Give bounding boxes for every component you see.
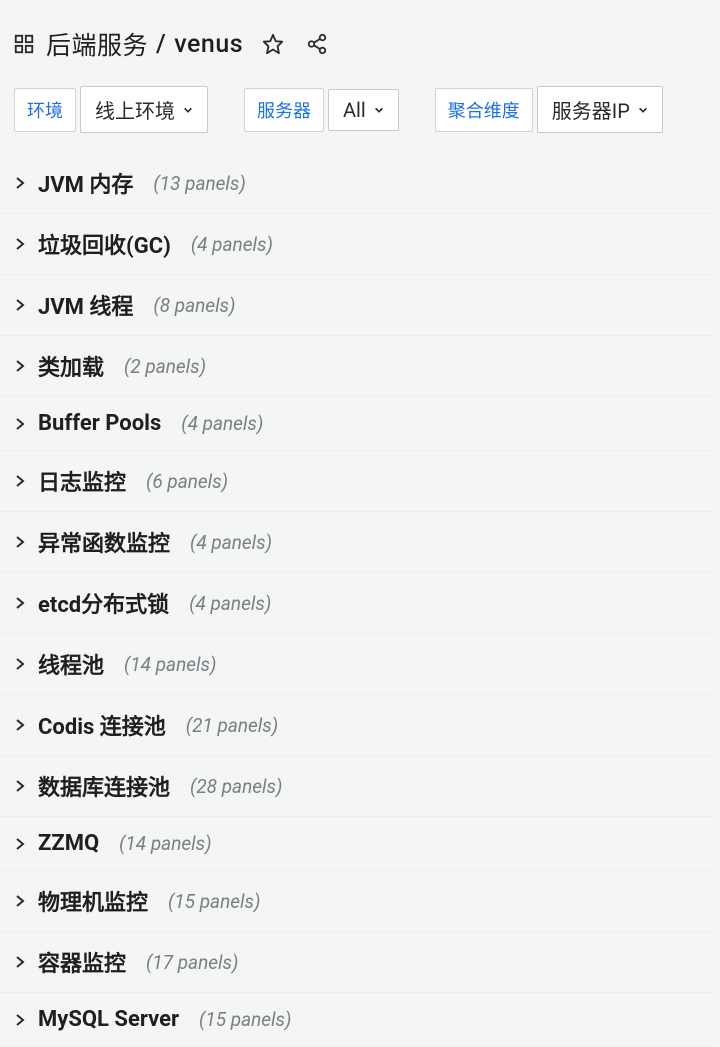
chevron-right-icon [12, 534, 28, 550]
panel-row-title: 异常函数监控 [38, 526, 170, 558]
panel-row-title: 数据库连接池 [38, 770, 170, 802]
panel-row-title: JVM 内存 [38, 167, 133, 199]
panel-row-count: (28 panels) [190, 775, 282, 798]
panel-row-title: 垃圾回收(GC) [38, 228, 171, 260]
filter-bar: 环境 线上环境 服务器 All 聚合维度 服务器IP [0, 86, 720, 153]
panel-row-count: (4 panels) [181, 412, 263, 435]
chevron-right-icon [12, 297, 28, 313]
panel-row[interactable]: MySQL Server (15 panels) [0, 993, 712, 1047]
panel-row[interactable]: etcd分布式锁 (4 panels) [0, 573, 712, 634]
panel-row[interactable]: 类加载 (2 panels) [0, 336, 712, 397]
breadcrumb-folder[interactable]: 后端服务 [46, 26, 148, 62]
panel-row-title: 线程池 [38, 648, 104, 680]
filter-select-env[interactable]: 线上环境 [80, 86, 208, 133]
share-icon[interactable] [303, 30, 331, 58]
chevron-right-icon [12, 595, 28, 611]
panel-row-count: (15 panels) [168, 890, 260, 913]
panel-row-title: JVM 线程 [38, 289, 133, 321]
panel-row-title: 容器监控 [38, 946, 126, 978]
panel-row[interactable]: Codis 连接池 (21 panels) [0, 695, 712, 756]
chevron-right-icon [12, 358, 28, 374]
star-icon[interactable] [259, 30, 287, 58]
panel-row-count: (14 panels) [124, 653, 216, 676]
filter-value-agg: 服务器IP [552, 95, 630, 124]
chevron-right-icon [12, 175, 28, 191]
panel-row[interactable]: JVM 内存 (13 panels) [0, 153, 712, 214]
panel-row[interactable]: 物理机监控 (15 panels) [0, 871, 712, 932]
chevron-right-icon [12, 778, 28, 794]
panel-row-count: (8 panels) [153, 294, 235, 317]
dashboard-grid-icon [12, 32, 36, 56]
panel-row-title: etcd分布式锁 [38, 587, 169, 619]
panel-rows: JVM 内存 (13 panels) 垃圾回收(GC) (4 panels) J… [0, 153, 720, 1047]
panel-row[interactable]: Buffer Pools (4 panels) [0, 397, 712, 451]
filter-group-agg: 聚合维度 服务器IP [435, 86, 663, 133]
panel-row[interactable]: 垃圾回收(GC) (4 panels) [0, 214, 712, 275]
filter-select-server[interactable]: All [328, 89, 399, 131]
filter-group-server: 服务器 All [244, 88, 399, 132]
chevron-right-icon [12, 836, 28, 852]
filter-label-agg: 聚合维度 [435, 88, 533, 132]
dashboard-header: 后端服务 / venus [0, 0, 720, 86]
panel-row-count: (14 panels) [119, 832, 211, 855]
breadcrumb[interactable]: 后端服务 / venus [46, 26, 243, 62]
filter-label-server: 服务器 [244, 88, 324, 132]
chevron-right-icon [12, 893, 28, 909]
panel-row[interactable]: 容器监控 (17 panels) [0, 932, 712, 993]
filter-label-env: 环境 [14, 88, 76, 132]
chevron-right-icon [12, 473, 28, 489]
panel-row[interactable]: ZZMQ (14 panels) [0, 817, 712, 871]
filter-value-env: 线上环境 [95, 95, 175, 124]
panel-row-count: (17 panels) [146, 951, 238, 974]
panel-row[interactable]: 日志监控 (6 panels) [0, 451, 712, 512]
chevron-right-icon [12, 717, 28, 733]
panel-row[interactable]: 数据库连接池 (28 panels) [0, 756, 712, 817]
chevron-down-icon [183, 105, 193, 115]
panel-row-count: (15 panels) [199, 1008, 291, 1031]
chevron-right-icon [12, 236, 28, 252]
chevron-down-icon [374, 105, 384, 115]
panel-row-title: Buffer Pools [38, 411, 161, 436]
panel-row-title: Codis 连接池 [38, 709, 166, 741]
filter-group-env: 环境 线上环境 [14, 86, 208, 133]
filter-select-agg[interactable]: 服务器IP [537, 86, 663, 133]
panel-row-title: 类加载 [38, 350, 104, 382]
panel-row-title: 物理机监控 [38, 885, 148, 917]
panel-row-count: (13 panels) [153, 172, 245, 195]
panel-row-title: ZZMQ [38, 831, 99, 856]
panel-row-count: (6 panels) [146, 470, 228, 493]
filter-value-server: All [343, 98, 366, 122]
panel-row[interactable]: 异常函数监控 (4 panels) [0, 512, 712, 573]
panel-row-title: 日志监控 [38, 465, 126, 497]
panel-row-count: (2 panels) [124, 355, 206, 378]
breadcrumb-name[interactable]: venus [174, 30, 243, 59]
chevron-down-icon [638, 105, 648, 115]
panel-row-count: (21 panels) [186, 714, 278, 737]
panel-row-count: (4 panels) [190, 531, 272, 554]
panel-row[interactable]: 线程池 (14 panels) [0, 634, 712, 695]
chevron-right-icon [12, 656, 28, 672]
panel-row-title: MySQL Server [38, 1007, 179, 1032]
panel-row-count: (4 panels) [189, 592, 271, 615]
breadcrumb-separator: / [156, 30, 166, 59]
chevron-right-icon [12, 416, 28, 432]
chevron-right-icon [12, 954, 28, 970]
panel-row-count: (4 panels) [191, 233, 273, 256]
panel-row[interactable]: JVM 线程 (8 panels) [0, 275, 712, 336]
